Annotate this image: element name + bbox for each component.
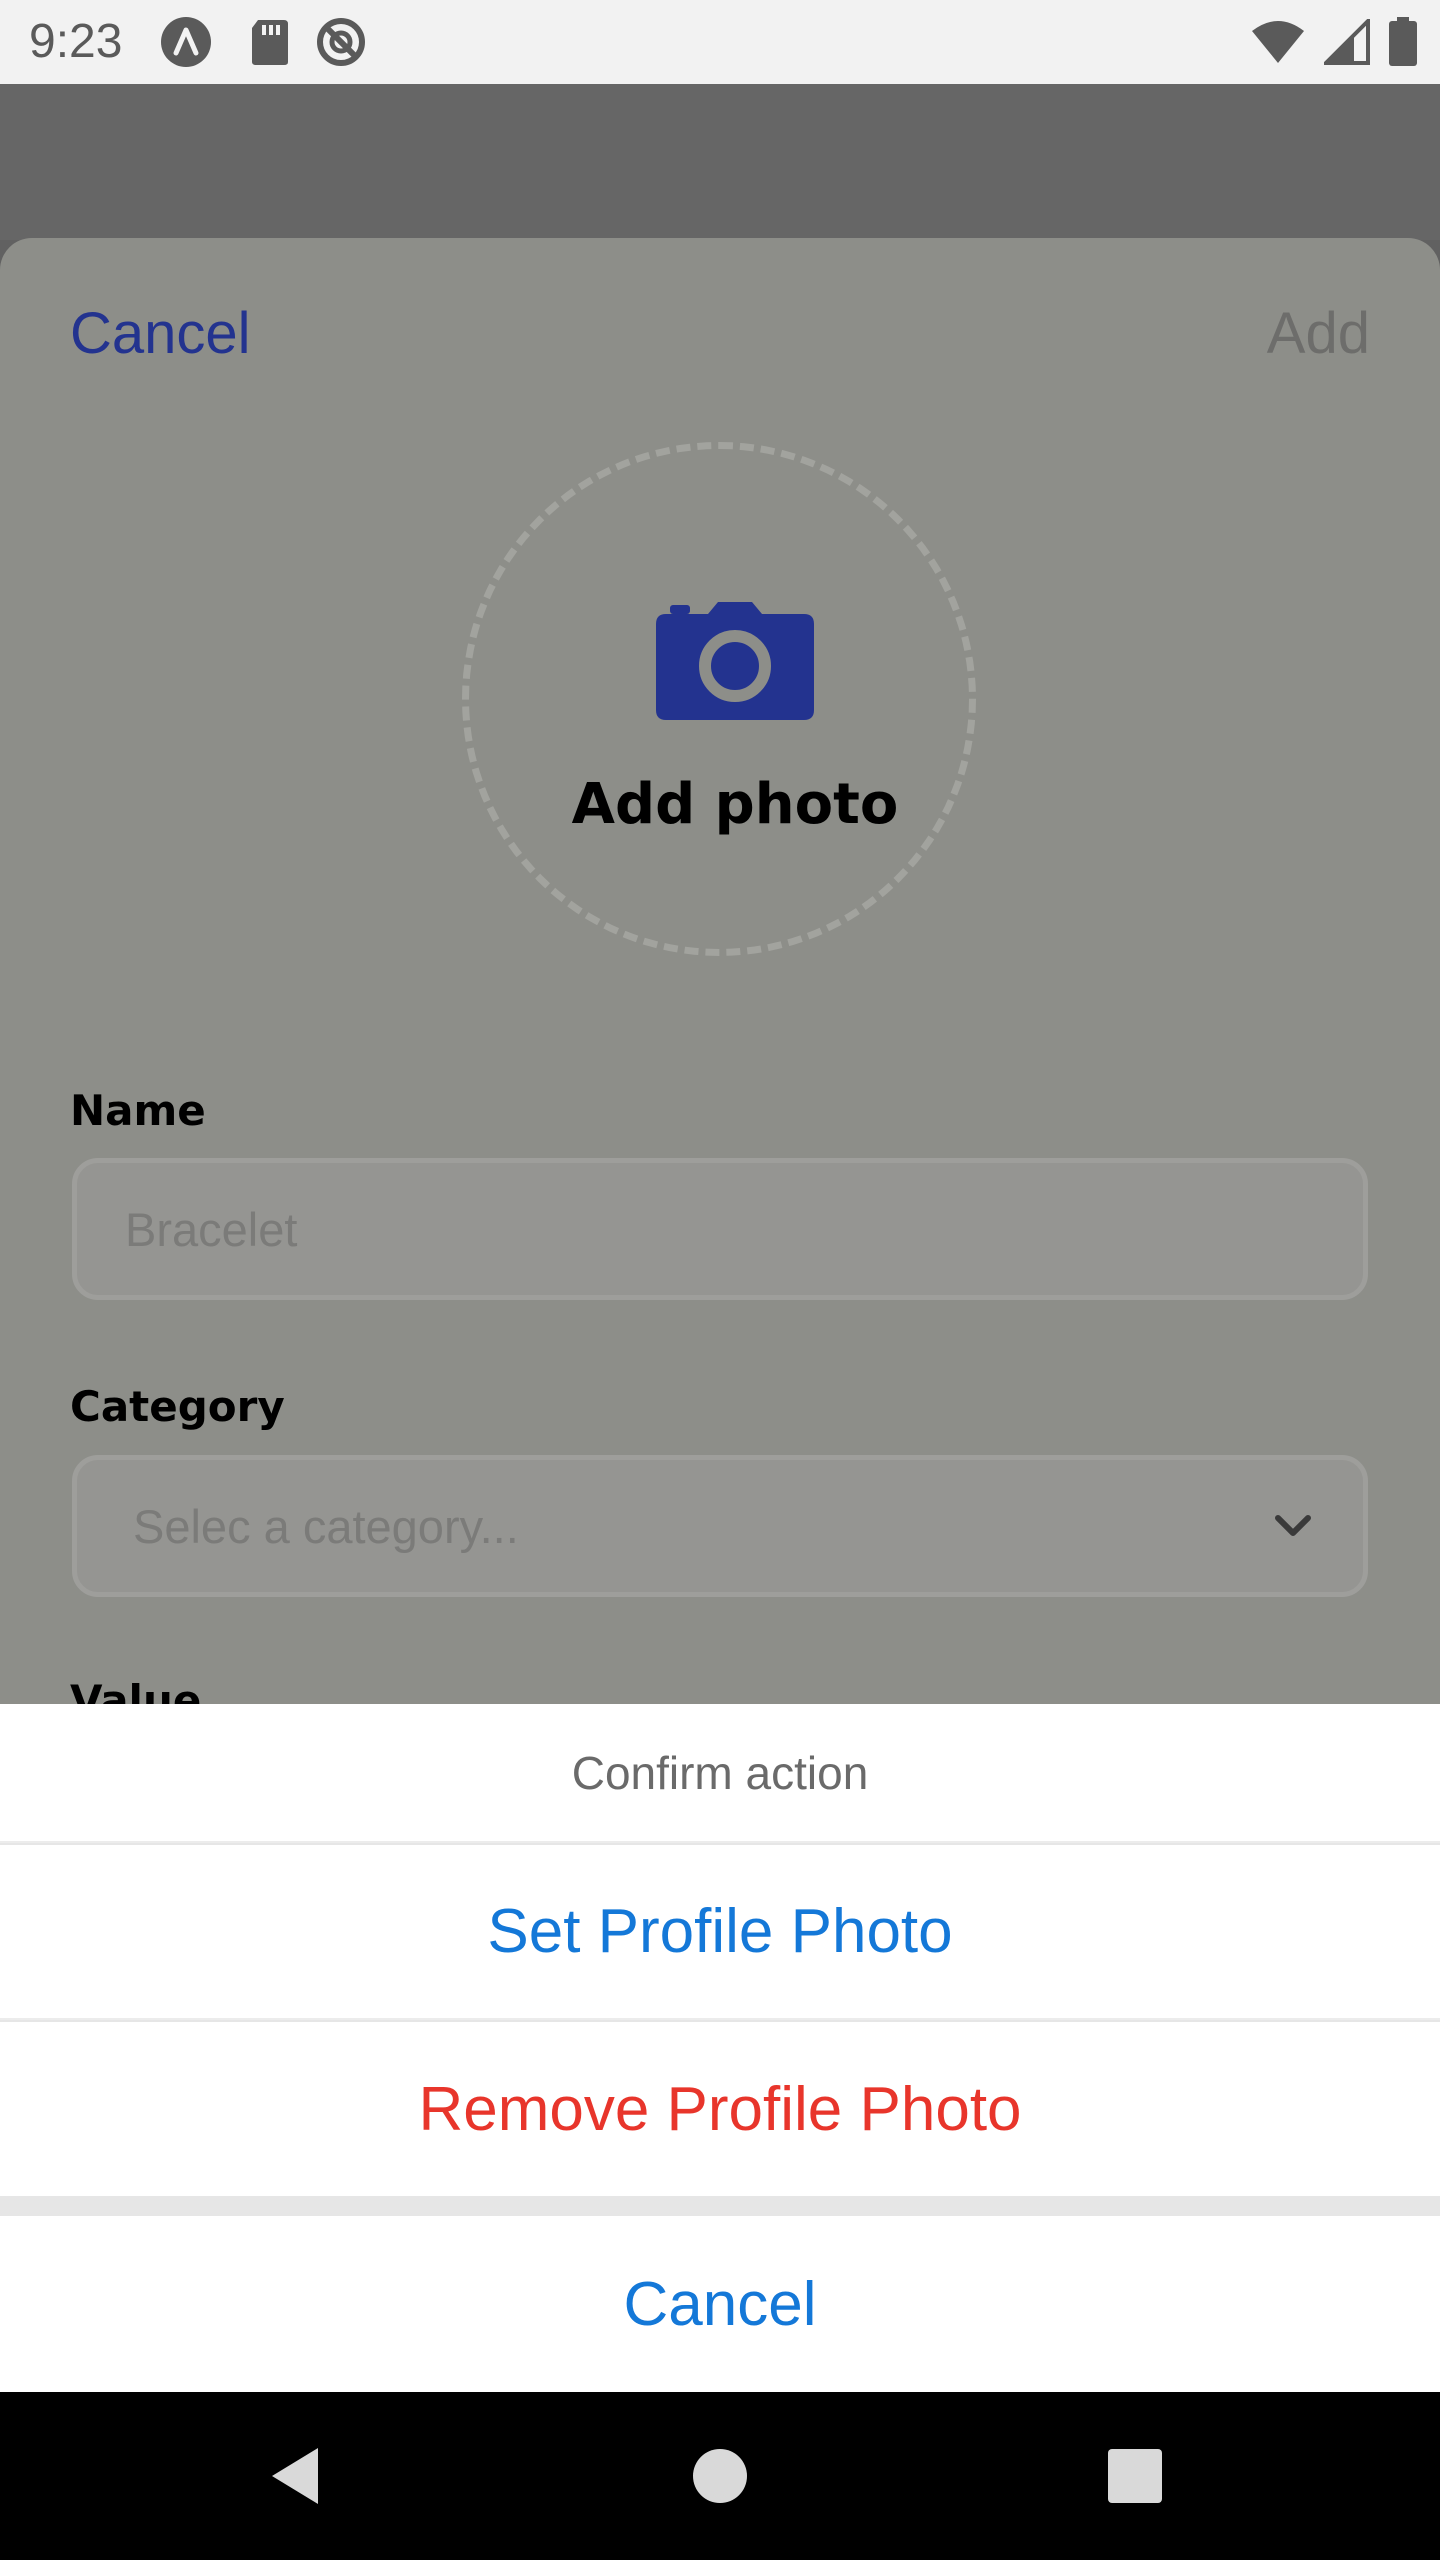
- battery-icon: [1389, 17, 1417, 66]
- name-input[interactable]: Bracelet: [72, 1158, 1368, 1300]
- action-sheet-cancel-button[interactable]: Cancel: [0, 2216, 1440, 2392]
- category-placeholder: Selec a category...: [133, 1499, 519, 1553]
- do-not-disturb-icon: [317, 18, 365, 66]
- action-sheet-title: Confirm action: [0, 1704, 1440, 1843]
- wifi-icon: [1252, 21, 1304, 63]
- back-icon[interactable]: [258, 2434, 342, 2518]
- cell-signal-icon: [1324, 19, 1370, 65]
- recents-icon[interactable]: [1093, 2434, 1177, 2518]
- camera-icon: [656, 602, 814, 720]
- cancel-link[interactable]: Cancel: [70, 300, 251, 367]
- add-photo-label: Add photo: [571, 772, 899, 837]
- dimmed-background: [0, 84, 1440, 240]
- home-icon[interactable]: [678, 2434, 762, 2518]
- name-placeholder: Bracelet: [125, 1202, 298, 1256]
- system-nav-bar: [0, 2392, 1440, 2560]
- remove-profile-photo-button[interactable]: Remove Profile Photo: [0, 2022, 1440, 2196]
- status-time: 9:23: [29, 15, 123, 68]
- chevron-down-icon: [1275, 1515, 1311, 1536]
- category-select[interactable]: Selec a category...: [72, 1455, 1368, 1597]
- action-sheet: Confirm action Set Profile Photo Remove …: [0, 1704, 1440, 2392]
- category-label: Category: [70, 1382, 285, 1431]
- name-label: Name: [70, 1086, 206, 1135]
- sd-card-icon: [252, 20, 288, 65]
- app-badge-icon: [161, 17, 211, 67]
- add-button[interactable]: Add: [1267, 300, 1370, 367]
- status-bar: 9:23: [0, 0, 1440, 84]
- set-profile-photo-button[interactable]: Set Profile Photo: [0, 1845, 1440, 2020]
